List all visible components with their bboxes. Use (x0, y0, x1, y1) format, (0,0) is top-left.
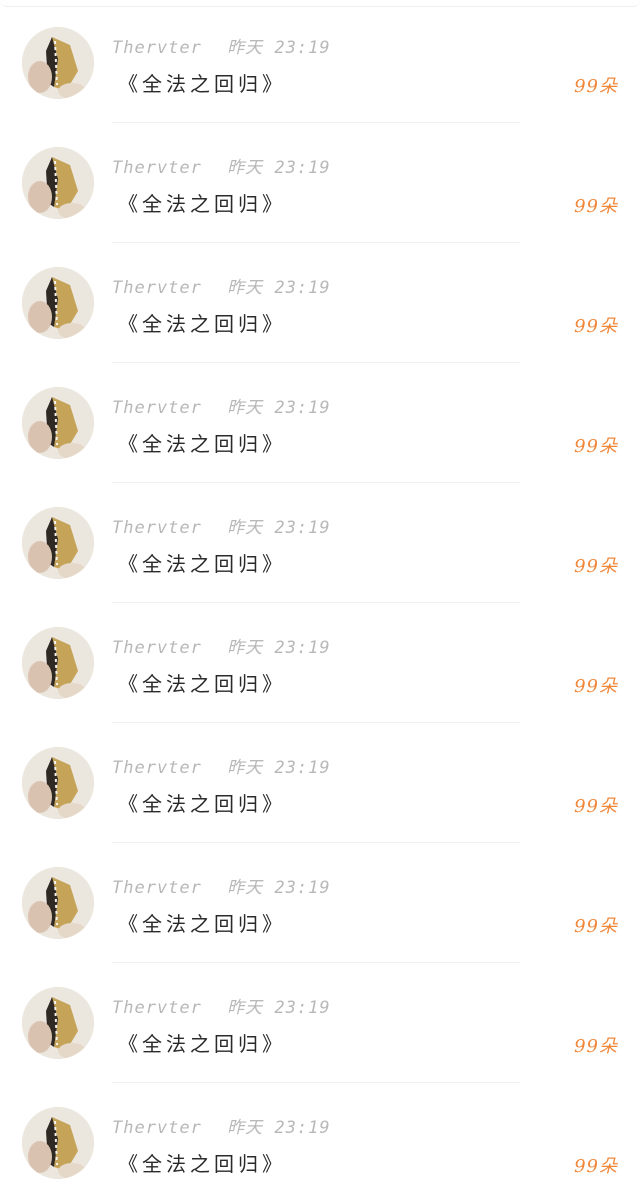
message-date: 昨天 (227, 278, 264, 298)
message-meta: Thervter 昨天 23:19 (112, 273, 331, 298)
message-title[interactable]: 《全法之回归》 (118, 428, 286, 457)
message-time: 23:19 (274, 278, 331, 298)
avatar-photo-icon (22, 147, 94, 219)
message-title[interactable]: 《全法之回归》 (118, 188, 286, 217)
avatar-photo-icon (22, 627, 94, 699)
author-name: Thervter (112, 998, 202, 1018)
avatar-photo-icon (22, 987, 94, 1059)
list-item[interactable]: Thervter 昨天 23:19 《全法之回归》 99朵 (0, 0, 640, 123)
flower-count: 99朵 (574, 1156, 618, 1177)
message-time: 23:19 (274, 158, 331, 178)
avatar[interactable] (22, 147, 94, 219)
avatar[interactable] (22, 387, 94, 459)
author-name: Thervter (112, 758, 202, 778)
message-time: 23:19 (274, 518, 331, 538)
message-date: 昨天 (227, 758, 264, 778)
message-time: 23:19 (274, 1118, 331, 1138)
message-date: 昨天 (227, 998, 264, 1018)
message-meta: Thervter 昨天 23:19 (112, 33, 331, 58)
list-item[interactable]: Thervter 昨天 23:19 《全法之回归》 99朵 (0, 360, 640, 483)
flower-count: 99朵 (574, 676, 618, 697)
flower-count: 99朵 (574, 196, 618, 217)
flower-count: 99朵 (574, 556, 618, 577)
list-item[interactable]: Thervter 昨天 23:19 《全法之回归》 99朵 (0, 240, 640, 363)
message-meta: Thervter 昨天 23:19 (112, 513, 331, 538)
avatar-photo-icon (22, 867, 94, 939)
message-title[interactable]: 《全法之回归》 (118, 908, 286, 937)
message-date: 昨天 (227, 398, 264, 418)
message-date: 昨天 (227, 638, 264, 658)
message-meta: Thervter 昨天 23:19 (112, 873, 331, 898)
flower-count: 99朵 (574, 796, 618, 817)
flower-count: 99朵 (574, 76, 618, 97)
message-date: 昨天 (227, 38, 264, 58)
message-date: 昨天 (227, 518, 264, 538)
message-meta: Thervter 昨天 23:19 (112, 753, 331, 778)
message-date: 昨天 (227, 878, 264, 898)
flower-count: 99朵 (574, 1036, 618, 1057)
flower-count: 99朵 (574, 916, 618, 937)
avatar[interactable] (22, 747, 94, 819)
message-title[interactable]: 《全法之回归》 (118, 548, 286, 577)
list-item[interactable]: Thervter 昨天 23:19 《全法之回归》 99朵 (0, 960, 640, 1083)
message-title[interactable]: 《全法之回归》 (118, 68, 286, 97)
message-meta: Thervter 昨天 23:19 (112, 153, 331, 178)
avatar-photo-icon (22, 27, 94, 99)
message-time: 23:19 (274, 878, 331, 898)
author-name: Thervter (112, 638, 202, 658)
list-item[interactable]: Thervter 昨天 23:19 《全法之回归》 99朵 (0, 840, 640, 963)
avatar[interactable] (22, 627, 94, 699)
author-name: Thervter (112, 278, 202, 298)
author-name: Thervter (112, 158, 202, 178)
flower-count: 99朵 (574, 316, 618, 337)
message-title[interactable]: 《全法之回归》 (118, 308, 286, 337)
avatar[interactable] (22, 1107, 94, 1179)
message-title[interactable]: 《全法之回归》 (118, 1028, 286, 1057)
avatar[interactable] (22, 27, 94, 99)
message-time: 23:19 (274, 638, 331, 658)
avatar-photo-icon (22, 387, 94, 459)
avatar[interactable] (22, 267, 94, 339)
avatar[interactable] (22, 867, 94, 939)
list-item[interactable]: Thervter 昨天 23:19 《全法之回归》 99朵 (0, 120, 640, 243)
message-date: 昨天 (227, 1118, 264, 1138)
avatar-photo-icon (22, 747, 94, 819)
list-item[interactable]: Thervter 昨天 23:19 《全法之回归》 99朵 (0, 480, 640, 603)
avatar[interactable] (22, 507, 94, 579)
message-meta: Thervter 昨天 23:19 (112, 1113, 331, 1138)
author-name: Thervter (112, 518, 202, 538)
avatar[interactable] (22, 987, 94, 1059)
message-meta: Thervter 昨天 23:19 (112, 633, 331, 658)
list-item[interactable]: Thervter 昨天 23:19 《全法之回归》 99朵 (0, 1080, 640, 1200)
avatar-photo-icon (22, 507, 94, 579)
message-meta: Thervter 昨天 23:19 (112, 393, 331, 418)
message-meta: Thervter 昨天 23:19 (112, 993, 331, 1018)
list-item[interactable]: Thervter 昨天 23:19 《全法之回归》 99朵 (0, 600, 640, 723)
author-name: Thervter (112, 38, 202, 58)
message-time: 23:19 (274, 398, 331, 418)
avatar-photo-icon (22, 1107, 94, 1179)
message-time: 23:19 (274, 38, 331, 58)
author-name: Thervter (112, 878, 202, 898)
message-time: 23:19 (274, 758, 331, 778)
flower-count: 99朵 (574, 436, 618, 457)
author-name: Thervter (112, 398, 202, 418)
message-time: 23:19 (274, 998, 331, 1018)
list-item[interactable]: Thervter 昨天 23:19 《全法之回归》 99朵 (0, 720, 640, 843)
author-name: Thervter (112, 1118, 202, 1138)
message-title[interactable]: 《全法之回归》 (118, 788, 286, 817)
message-title[interactable]: 《全法之回归》 (118, 668, 286, 697)
avatar-photo-icon (22, 267, 94, 339)
message-date: 昨天 (227, 158, 264, 178)
message-title[interactable]: 《全法之回归》 (118, 1148, 286, 1177)
